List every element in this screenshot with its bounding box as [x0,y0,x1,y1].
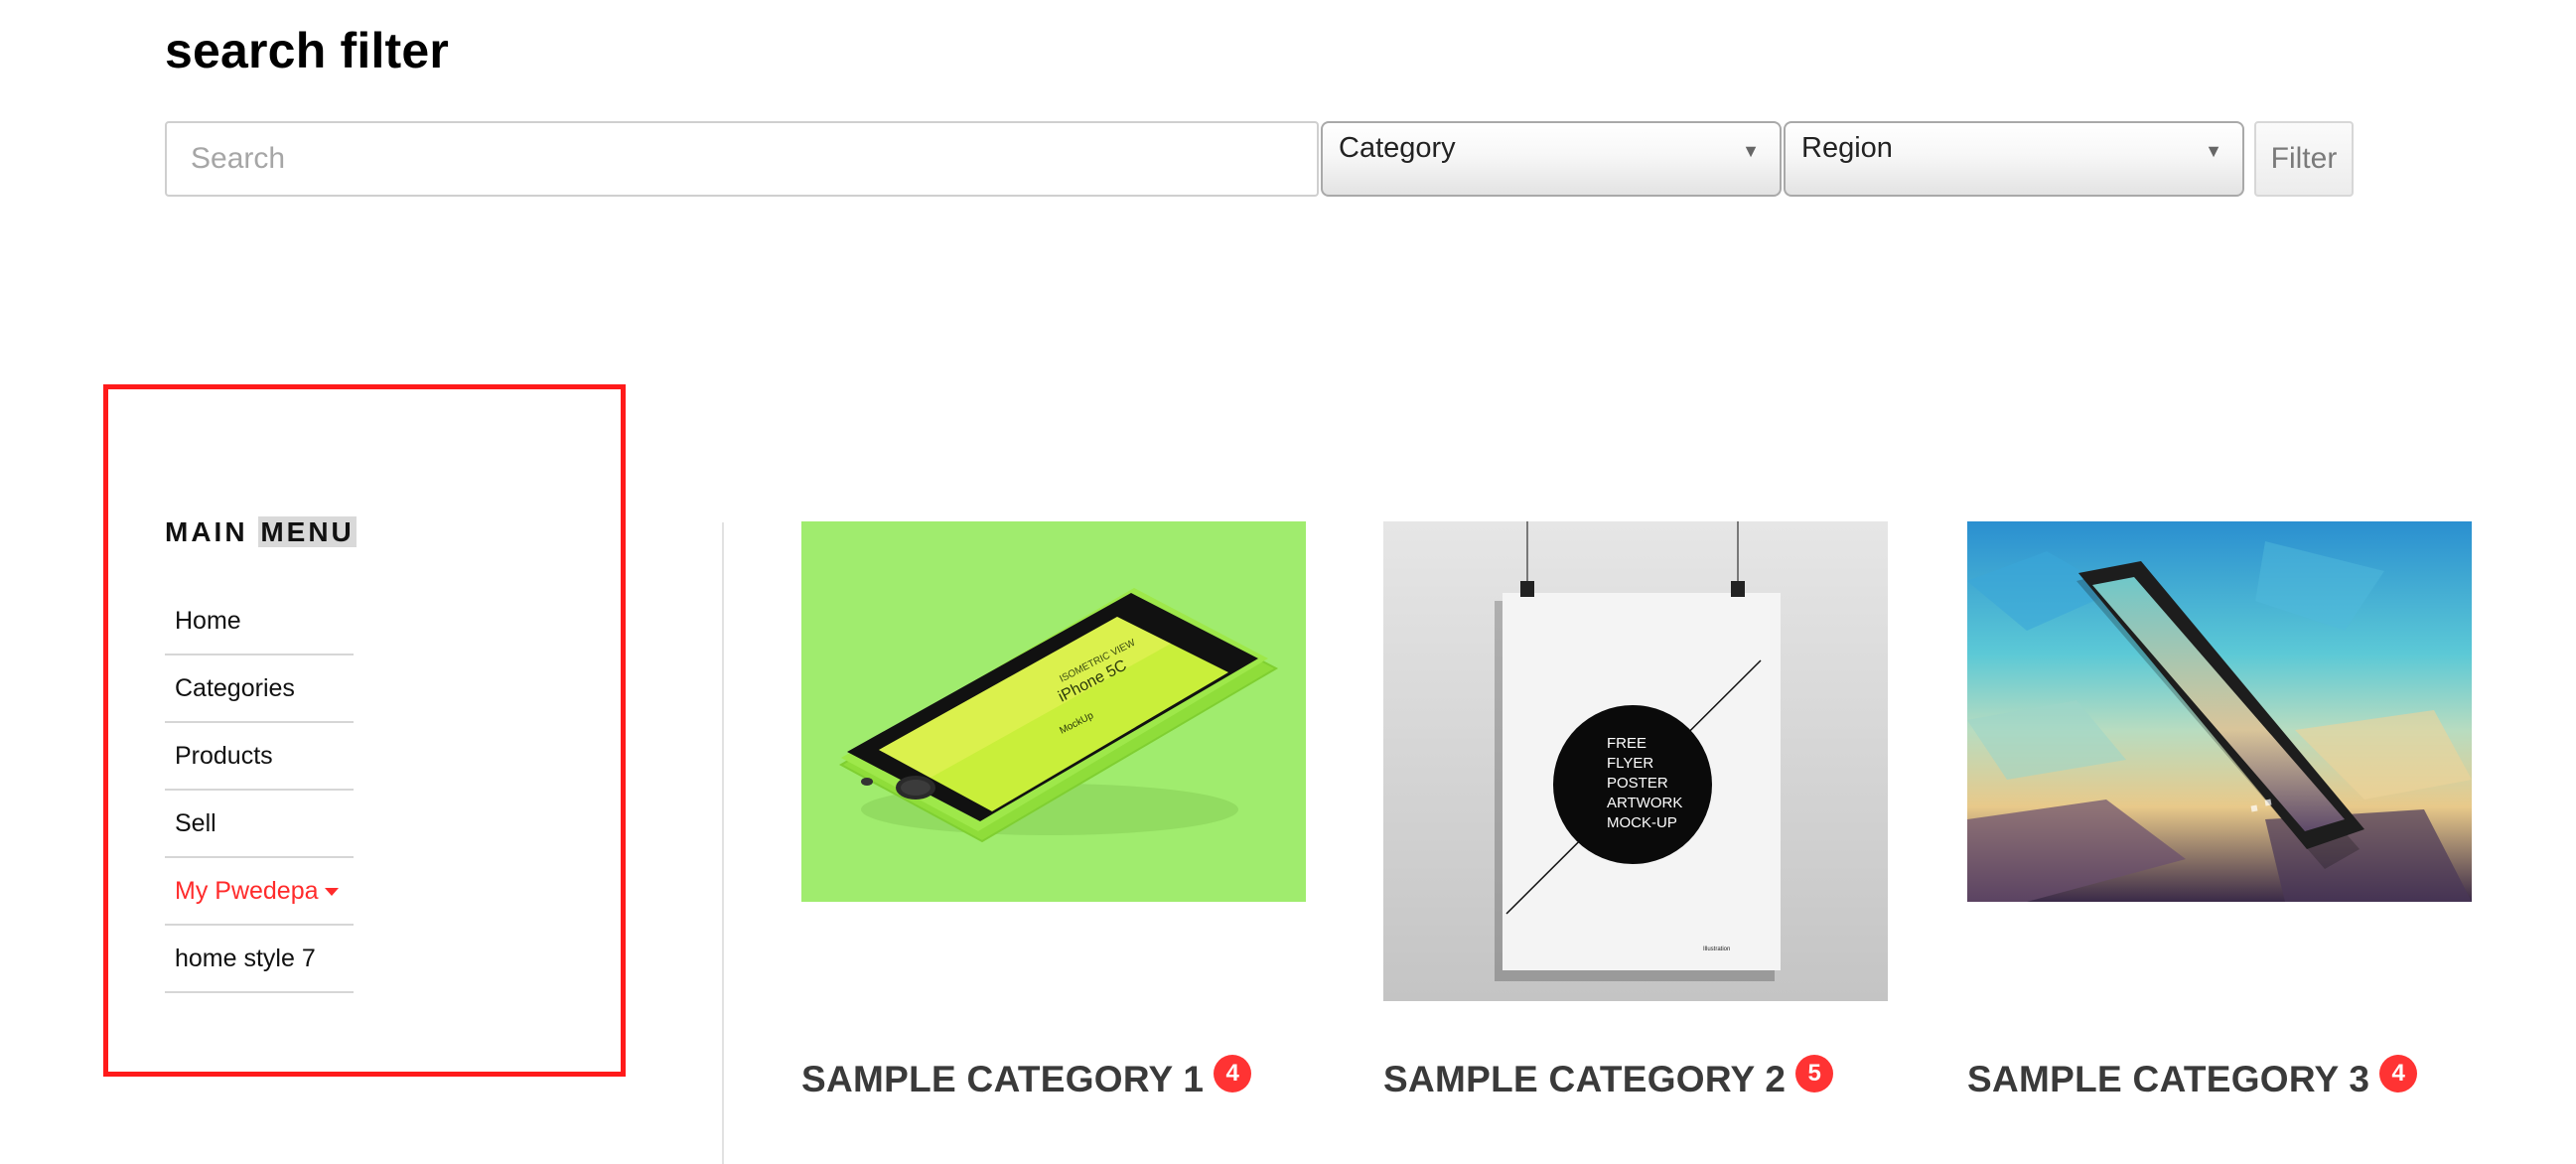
category-3-title[interactable]: SAMPLE CATEGORY 34 [1967,1055,2418,1100]
region-select-label: Region [1801,132,1893,164]
menu-item-home[interactable]: Home [165,588,354,655]
menu-item-categories[interactable]: Categories [165,655,354,723]
menu-item-my-pwedepa[interactable]: My Pwedepa [165,858,354,926]
category-1-image[interactable]: ISOMETRIC VIEW iPhone 5C MockUp [801,521,1306,902]
category-select-label: Category [1339,132,1456,164]
menu-item-label: My Pwedepa [175,877,319,905]
category-title-text: SAMPLE CATEGORY 2 [1383,1059,1787,1099]
menu-item-label: Home [175,607,241,635]
region-select[interactable]: Region ▼ [1784,121,2244,197]
category-select[interactable]: Category ▼ [1321,121,1782,197]
main-menu-title: MAIN MENU [165,516,357,548]
category-count-badge: 4 [1214,1055,1252,1092]
menu-item-label: home style 7 [175,945,316,972]
main-menu-title-part1: MAIN [165,516,248,547]
iphone-mockup-illustration: ISOMETRIC VIEW iPhone 5C MockUp [801,521,1306,902]
poster-mockup-illustration: FREE FLYER POSTER ARTWORK MOCK-UP Illust… [1383,521,1888,1001]
category-count-badge: 5 [1795,1055,1834,1092]
android-phone-illustration [1967,521,2472,902]
main-menu-list: Home Categories Products Sell My Pwedepa… [165,588,354,993]
category-1-title[interactable]: SAMPLE CATEGORY 14 [801,1055,1252,1100]
caret-down-icon [324,888,339,897]
category-2-title[interactable]: SAMPLE CATEGORY 25 [1383,1055,1834,1100]
search-input[interactable] [165,121,1319,197]
category-title-text: SAMPLE CATEGORY 3 [1967,1059,2370,1099]
menu-item-label: Categories [175,674,295,702]
category-title-text: SAMPLE CATEGORY 1 [801,1059,1205,1099]
poster-line5: MOCK-UP [1607,814,1677,831]
menu-item-products[interactable]: Products [165,723,354,791]
category-3-image[interactable] [1967,521,2472,902]
poster-line2: FLYER [1607,755,1653,772]
category-2-image[interactable]: FREE FLYER POSTER ARTWORK MOCK-UP Illust… [1383,521,1888,1001]
page-title: search filter [165,23,450,78]
dropdown-arrow-icon: ▼ [1742,141,1760,161]
category-count-badge: 4 [2379,1055,2418,1092]
menu-item-home-style-7[interactable]: home style 7 [165,926,354,993]
filter-button[interactable]: Filter [2254,121,2354,197]
poster-line1: FREE [1607,735,1646,752]
menu-item-label: Sell [175,809,216,837]
menu-item-label: Products [175,742,273,770]
main-menu-title-part2: MENU [258,516,357,547]
poster-footer: Illustration [1703,946,1730,952]
dropdown-arrow-icon: ▼ [2205,141,2222,161]
poster-line4: ARTWORK [1607,795,1682,811]
content-divider [722,522,724,1164]
menu-item-sell[interactable]: Sell [165,791,354,858]
poster-line3: POSTER [1607,775,1668,792]
